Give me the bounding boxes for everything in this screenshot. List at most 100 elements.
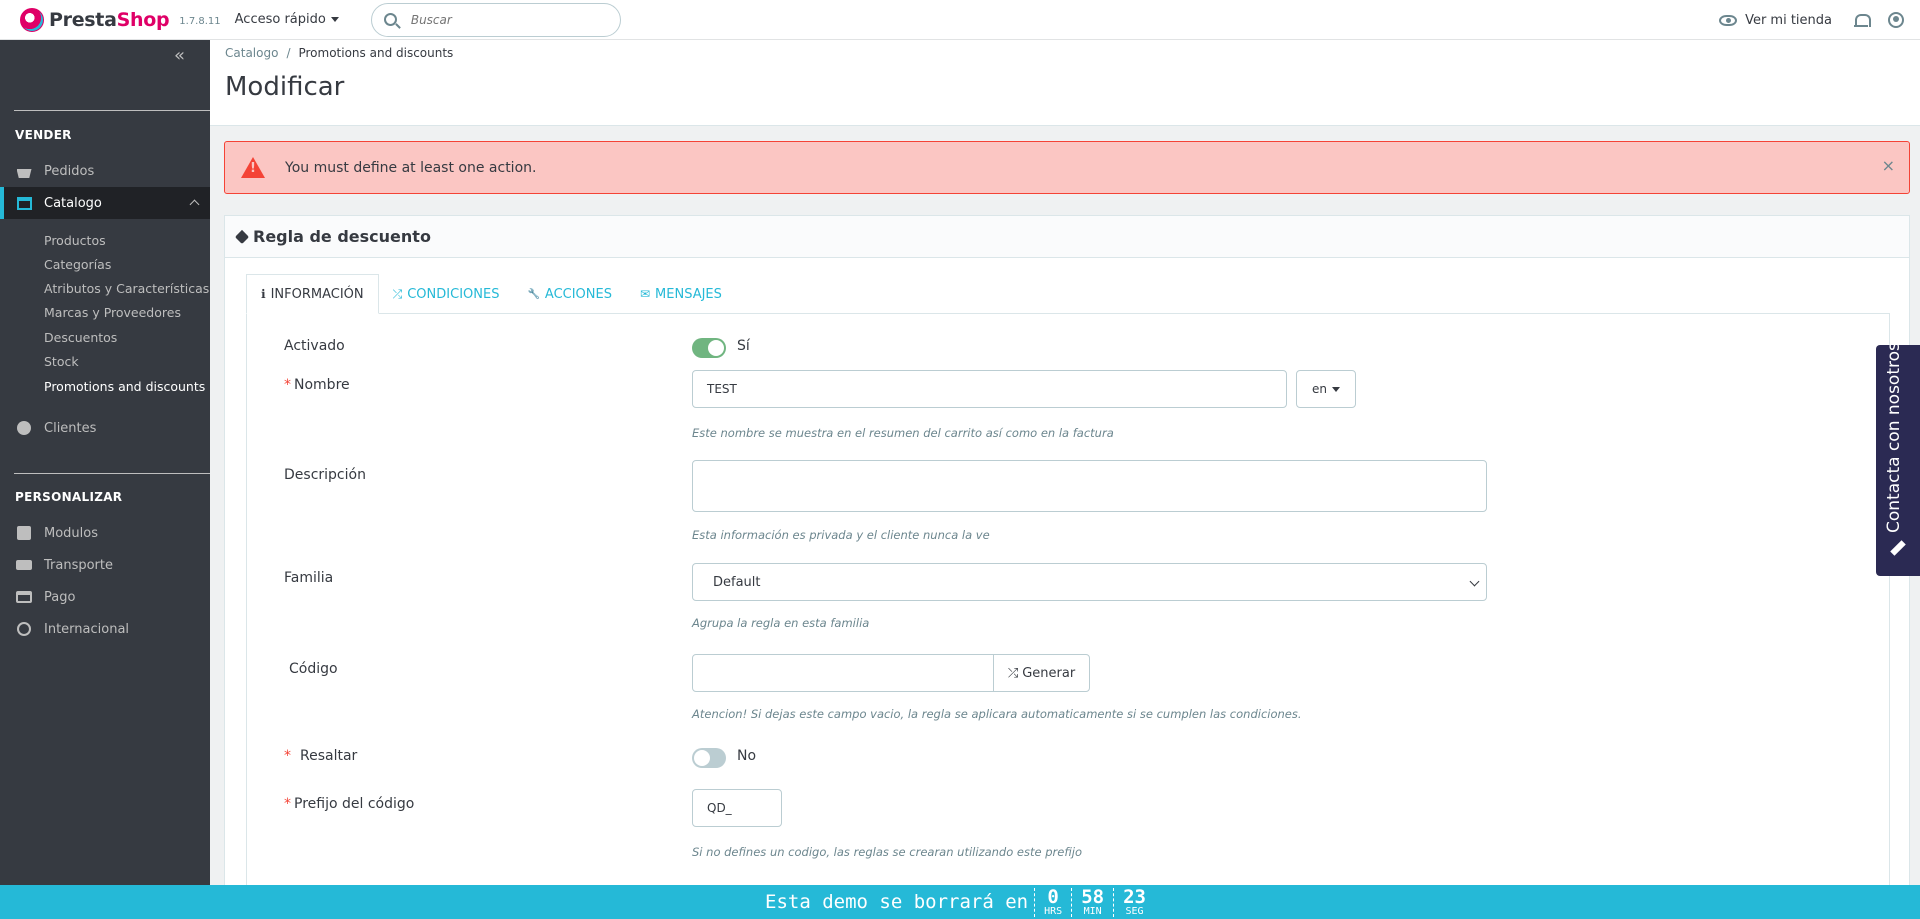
prefijo-input[interactable]: QD_ [692,789,782,827]
sidebar-divider [14,473,210,474]
prefijo-help: Si no defines un codigo, las reglas se c… [692,845,1082,859]
countdown-seconds: 23 SEG [1113,887,1155,917]
tabs: ℹ INFORMACIÓN ⤮ CONDICIONES 🔧 ACCIONES ✉… [246,274,736,314]
language-dropdown[interactable]: en [1296,370,1356,408]
employee-avatar-icon[interactable] [1888,12,1904,28]
globe-icon [17,622,31,636]
info-icon: ℹ [261,287,266,301]
cart-rule-panel: Regla de descuento ℹ INFORMACIÓN ⤮ CONDI… [224,215,1910,919]
subnav-promotions[interactable]: Promotions and discounts [44,379,205,394]
sidebar-item-shipping[interactable]: Transporte [0,549,210,581]
chevron-down-icon [1469,576,1480,587]
tab-label: ACCIONES [544,286,612,302]
subnav-categories[interactable]: Categorías [44,257,111,272]
resaltar-value: No [737,748,757,764]
descripcion-textarea[interactable] [692,460,1487,512]
sidebar-item-customers[interactable]: Clientes [0,412,210,444]
tab-label: CONDICIONES [407,286,500,302]
section-title-customize: PERSONALIZAR [15,490,123,504]
prestashop-logo[interactable]: PrestaShop [20,7,170,32]
nombre-input[interactable]: TEST [692,370,1287,408]
prefijo-label: * Prefijo del código [284,796,415,812]
breadcrumb-parent[interactable]: Catalogo [225,46,278,60]
random-icon: ⤮ [392,286,403,301]
breadcrumb-current: Promotions and discounts [298,46,454,60]
familia-help: Agrupa la regla en esta familia [692,616,870,630]
generate-code-button[interactable]: ⤮ Generar [993,654,1090,692]
pencil-icon [1890,540,1906,556]
sidebar-item-international[interactable]: Internacional [0,613,210,645]
activado-label: Activado [284,338,345,354]
tab-conditions[interactable]: ⤮ CONDICIONES [379,274,514,314]
sidebar-divider [14,110,210,111]
eye-icon [1719,14,1738,26]
resaltar-label: * Resaltar [284,748,358,764]
sidebar-item-catalog[interactable]: Catalogo [0,187,210,219]
tab-messages[interactable]: ✉ MENSAJES [626,274,736,314]
caret-down-icon [1332,386,1340,392]
codigo-help: Atencion! Si dejas este campo vacio, la … [692,707,1302,721]
puzzle-icon [17,526,31,540]
countdown-hours: 0 HRS [1034,887,1071,917]
sidebar-item-label: Catalogo [44,195,102,211]
credit-card-icon [16,591,32,603]
demo-countdown-bar: Esta demo se borrará en 0 HRS 58 MIN 23 … [0,885,1920,919]
subnav-products[interactable]: Productos [44,233,106,248]
tag-icon [234,229,250,244]
panel-heading: Regla de descuento [225,216,1909,258]
sidebar: « VENDER Pedidos Catalogo Productos Cate… [0,40,210,919]
sidebar-item-label: Transporte [44,557,113,573]
view-store-link[interactable]: Ver mi tienda [1745,13,1832,28]
breadcrumb: Catalogo / Promotions and discounts [225,46,453,60]
user-circle-icon [17,421,31,435]
breadcrumb-separator: / [286,46,291,60]
contact-us-label: Contacta con nosotros [1884,342,1904,533]
nombre-help: Este nombre se muestra en el resumen del… [692,426,1114,440]
collapse-sidebar-icon[interactable]: « [174,47,185,65]
sidebar-item-label: Internacional [44,621,130,637]
quick-access-dropdown[interactable]: Acceso rápido [235,12,339,27]
panel-title: Regla de descuento [253,227,431,246]
version-label: 1.7.8.11 [179,16,221,27]
quick-access-label: Acceso rápido [234,12,326,27]
tab-actions[interactable]: 🔧 ACCIONES [513,274,626,314]
sidebar-item-label: Pago [44,589,76,605]
sidebar-item-payment[interactable]: Pago [0,581,210,613]
truck-icon [16,560,32,570]
search-icon[interactable] [383,13,397,26]
resaltar-toggle[interactable] [692,748,726,768]
activado-toggle[interactable] [692,338,726,358]
subnav-discounts[interactable]: Descuentos [44,330,117,345]
search-input[interactable] [410,12,591,27]
search-box [370,2,621,37]
random-icon: ⤮ [1007,665,1019,681]
subnav-stock[interactable]: Stock [44,354,79,369]
subnav-attributes[interactable]: Atributos y Características [44,281,209,296]
close-icon[interactable]: × [1882,156,1895,175]
familia-select[interactable]: Default [692,563,1487,601]
codigo-input[interactable] [692,654,994,692]
caret-down-icon [330,17,339,22]
subnav-brands[interactable]: Marcas y Proveedores [44,305,181,320]
countdown-text: Esta demo se borrará en [765,891,1029,913]
descripcion-help: Esta información es privada y el cliente… [692,528,990,542]
sidebar-item-modules[interactable]: Modulos [0,517,210,549]
chevron-up-icon [189,199,200,210]
warning-icon [241,157,265,178]
envelope-icon: ✉ [639,287,651,301]
descripcion-label: Descripción [284,467,366,483]
header-right: Ver mi tienda [1719,0,1904,40]
tab-label: MENSAJES [655,286,722,302]
contact-us-tab[interactable]: Contacta con nosotros [1876,342,1920,576]
tab-information[interactable]: ℹ INFORMACIÓN [246,274,379,314]
tab-label: INFORMACIÓN [270,286,364,302]
alert-message: You must define at least one action. [285,159,537,176]
wrench-icon: 🔧 [527,288,540,300]
information-form: Activado Sí * Nombre TEST en Este nombre … [246,313,1890,919]
logo-text: PrestaShop [49,8,170,31]
familia-label: Familia [284,570,334,586]
countdown-minutes: 58 MIN [1071,887,1113,917]
sidebar-item-orders[interactable]: Pedidos [0,155,210,187]
top-header: PrestaShop 1.7.8.11 Acceso rápido Ver mi… [0,0,1920,40]
notifications-bell-icon[interactable] [1854,13,1871,28]
